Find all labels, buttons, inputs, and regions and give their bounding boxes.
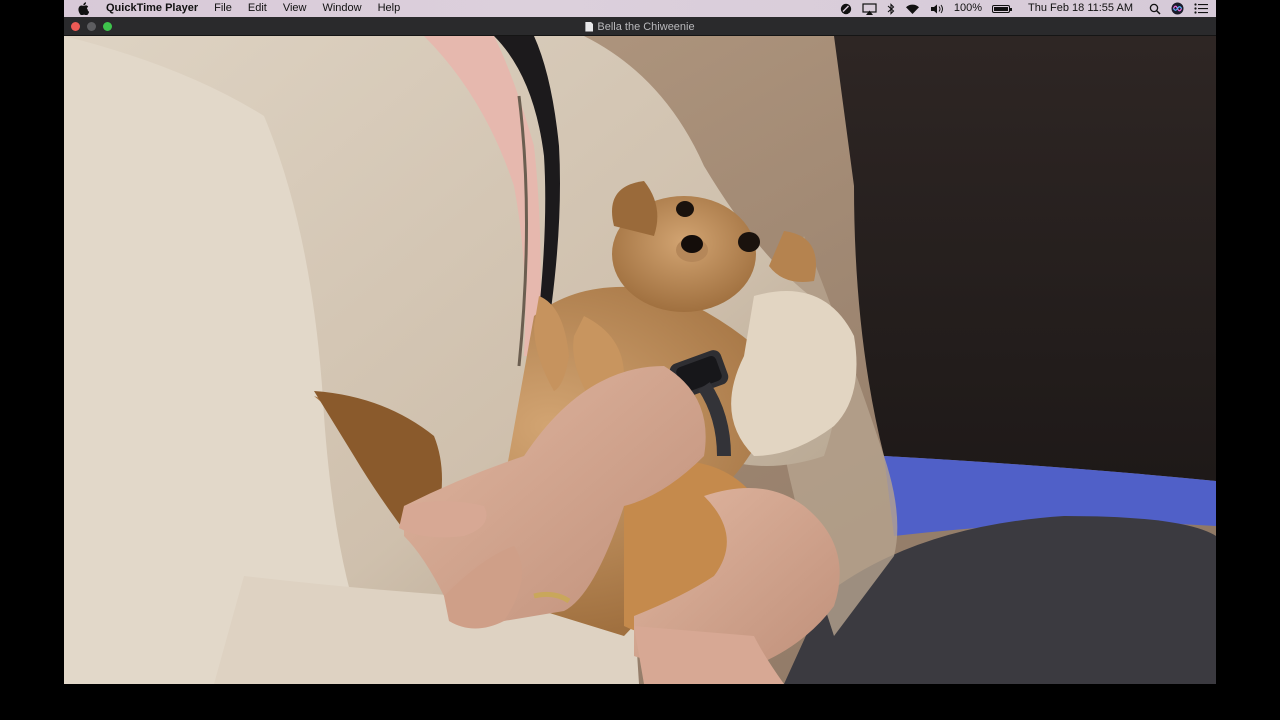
- video-frame: [64, 36, 1216, 684]
- menu-window[interactable]: Window: [314, 0, 369, 17]
- document-icon: [585, 21, 594, 32]
- menu-file[interactable]: File: [206, 0, 240, 17]
- airplay-icon[interactable]: [862, 0, 877, 17]
- window-title: Bella the Chiweenie: [597, 20, 695, 33]
- battery-icon[interactable]: [992, 0, 1013, 17]
- spotlight-search-icon[interactable]: [1149, 0, 1161, 17]
- wifi-icon[interactable]: [905, 0, 920, 17]
- desktop: QuickTime Player File Edit View Window H…: [0, 0, 1280, 720]
- menu-view[interactable]: View: [275, 0, 315, 17]
- app-menu[interactable]: QuickTime Player: [106, 0, 206, 17]
- notification-center-icon[interactable]: [1194, 0, 1208, 17]
- menu-edit[interactable]: Edit: [240, 0, 275, 17]
- menu-bar: QuickTime Player File Edit View Window H…: [64, 0, 1216, 17]
- focus-mode-icon[interactable]: [840, 0, 852, 17]
- battery-percent: 100%: [953, 2, 983, 14]
- bluetooth-icon[interactable]: [887, 0, 895, 17]
- video-player[interactable]: [64, 36, 1216, 684]
- window-title-bar[interactable]: Bella the Chiweenie: [64, 17, 1216, 36]
- apple-menu-icon[interactable]: [78, 2, 90, 15]
- volume-icon[interactable]: [930, 0, 944, 17]
- menu-help[interactable]: Help: [370, 0, 409, 17]
- clock[interactable]: Thu Feb 18 11:55 AM: [1028, 0, 1133, 17]
- siri-icon[interactable]: [1171, 0, 1184, 17]
